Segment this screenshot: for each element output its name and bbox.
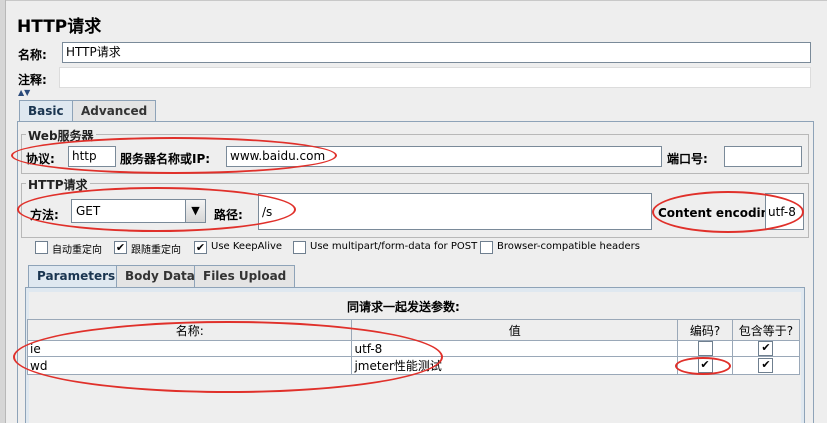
param-value-cell[interactable]: jmeter性能测试 bbox=[351, 356, 679, 375]
browser-headers-checkbox[interactable] bbox=[480, 241, 493, 254]
path-input[interactable]: /s bbox=[258, 193, 652, 230]
encode-checkbox[interactable]: ✔ bbox=[697, 358, 713, 373]
web-server-title: Web服务器 bbox=[26, 127, 96, 144]
param-value-cell[interactable]: utf-8 bbox=[351, 340, 679, 357]
method-label: 方法: bbox=[30, 208, 59, 222]
col-header-encode[interactable]: 编码? bbox=[677, 319, 733, 341]
encode-cell: ✔ bbox=[677, 356, 733, 375]
include-equals-cell: ✔ bbox=[731, 340, 801, 357]
follow-redirect-checkbox[interactable]: ✔ bbox=[114, 241, 127, 254]
encoding-input[interactable]: utf-8 bbox=[765, 193, 804, 230]
page-title: HTTP请求 bbox=[17, 17, 102, 37]
tab-basic[interactable]: Basic bbox=[19, 100, 73, 122]
param-name-cell[interactable]: wd bbox=[26, 356, 353, 375]
tab-body-data[interactable]: Body Data bbox=[116, 265, 204, 287]
keepalive-label: Use KeepAlive bbox=[211, 241, 283, 252]
server-label: 服务器名称或IP: bbox=[120, 152, 211, 166]
param-name-cell[interactable]: ie bbox=[26, 340, 353, 357]
col-header-value[interactable]: 值 bbox=[351, 319, 679, 341]
params-table: 名称: 值 编码? 包含等于? ie utf-8 ✔ wd jmeter性能测试… bbox=[26, 319, 801, 375]
browser-headers-label: Browser-compatible headers bbox=[497, 241, 640, 252]
include-equals-cell: ✔ bbox=[731, 356, 801, 375]
multipart-checkbox[interactable] bbox=[293, 241, 306, 254]
follow-redirect-label: 跟随重定向 bbox=[131, 245, 181, 256]
encode-cell bbox=[677, 340, 733, 357]
port-label: 端口号: bbox=[667, 152, 708, 166]
table-row[interactable]: ie utf-8 ✔ bbox=[26, 340, 801, 357]
protocol-input[interactable]: http bbox=[68, 146, 116, 167]
col-header-include-equals[interactable]: 包含等于? bbox=[731, 319, 801, 341]
left-tree-edge bbox=[0, 0, 6, 423]
auto-redirect-checkbox[interactable] bbox=[35, 241, 48, 254]
params-caption: 同请求一起发送参数: bbox=[347, 300, 460, 314]
encoding-label: Content encoding: bbox=[658, 206, 783, 220]
path-label: 路径: bbox=[214, 208, 243, 222]
comment-input[interactable] bbox=[59, 67, 811, 88]
comment-label: 注释: bbox=[18, 73, 47, 87]
params-header-row: 名称: 值 编码? 包含等于? bbox=[26, 319, 801, 341]
port-input[interactable] bbox=[724, 146, 802, 167]
protocol-label: 协议: bbox=[26, 152, 55, 166]
method-value: GET bbox=[76, 204, 101, 218]
auto-redirect-label: 自动重定向 bbox=[52, 245, 102, 256]
server-input[interactable]: www.baidu.com bbox=[226, 146, 662, 167]
table-row[interactable]: wd jmeter性能测试 ✔ ✔ bbox=[26, 356, 801, 375]
keepalive-checkbox[interactable]: ✔ bbox=[194, 241, 207, 254]
include-equals-checkbox[interactable]: ✔ bbox=[758, 358, 774, 373]
top-border bbox=[0, 0, 827, 1]
col-header-name[interactable]: 名称: bbox=[26, 319, 353, 341]
chevron-down-icon[interactable]: ▼ bbox=[185, 200, 205, 222]
name-label: 名称: bbox=[18, 48, 47, 62]
name-input[interactable]: HTTP请求 bbox=[62, 42, 811, 63]
http-request-title: HTTP请求 bbox=[26, 176, 90, 193]
include-equals-checkbox[interactable]: ✔ bbox=[758, 341, 774, 356]
tab-advanced[interactable]: Advanced bbox=[72, 100, 157, 122]
multipart-label: Use multipart/form-data for POST bbox=[310, 241, 478, 252]
tab-parameters[interactable]: Parameters bbox=[28, 265, 125, 288]
method-select[interactable]: GET ▼ bbox=[71, 199, 206, 223]
encode-checkbox[interactable] bbox=[697, 341, 713, 356]
tab-files-upload[interactable]: Files Upload bbox=[194, 265, 296, 287]
collapse-arrows-icon[interactable]: ▲▼ bbox=[18, 88, 30, 97]
